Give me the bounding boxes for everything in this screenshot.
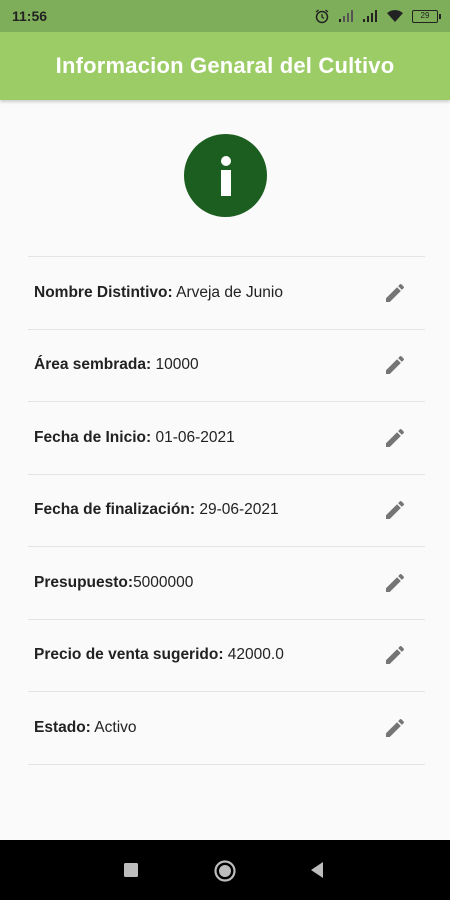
info-glyph-icon	[220, 155, 231, 196]
field-value: 10000	[151, 356, 199, 374]
field-list: Nombre Distintivo: Arveja de Junio Área …	[28, 256, 425, 765]
field-label: Área sembrada:	[34, 356, 152, 374]
field-label: Fecha de finalización:	[34, 501, 196, 519]
field-label: Precio de venta sugerido:	[34, 646, 224, 664]
field-text: Nombre Distintivo: Arveja de Junio	[34, 284, 283, 302]
field-text: Estado: Activo	[34, 719, 137, 737]
status-icons: 29	[314, 8, 441, 24]
status-time: 11:56	[12, 8, 48, 24]
field-row-presupuesto: Presupuesto:5000000	[28, 547, 425, 620]
wifi-icon	[387, 10, 403, 22]
field-value: 01-06-2021	[151, 428, 235, 446]
field-row-fecha-fin: Fecha de finalización: 29-06-2021	[28, 475, 425, 547]
field-text: Presupuesto:5000000	[34, 574, 193, 592]
field-value: 29-06-2021	[195, 501, 279, 519]
edit-icon[interactable]	[381, 569, 409, 597]
edit-icon[interactable]	[381, 279, 409, 307]
edit-icon[interactable]	[381, 714, 409, 742]
signal-icon	[363, 10, 377, 22]
field-row-nombre: Nombre Distintivo: Arveja de Junio	[28, 257, 425, 330]
app-bar: Informacion Genaral del Cultivo	[0, 32, 450, 100]
field-row-area: Área sembrada: 10000	[28, 330, 425, 402]
field-text: Fecha de Inicio: 01-06-2021	[34, 429, 235, 447]
field-text: Precio de venta sugerido: 42000.0	[34, 646, 284, 664]
field-row-fecha-inicio: Fecha de Inicio: 01-06-2021	[28, 402, 425, 475]
field-text: Fecha de finalización: 29-06-2021	[34, 501, 279, 519]
info-icon	[184, 134, 267, 217]
edit-icon[interactable]	[381, 351, 409, 379]
field-row-estado: Estado: Activo	[28, 692, 425, 765]
field-row-precio: Precio de venta sugerido: 42000.0	[28, 620, 425, 692]
edit-icon[interactable]	[381, 496, 409, 524]
home-icon[interactable]	[213, 859, 237, 883]
edit-icon[interactable]	[381, 641, 409, 669]
signal-icon	[339, 10, 353, 22]
field-value: 5000000	[133, 573, 194, 591]
status-bar: 11:56 29	[0, 0, 450, 32]
page-title: Informacion Genaral del Cultivo	[55, 53, 395, 78]
system-nav-bar	[0, 840, 450, 900]
field-value: 42000.0	[223, 646, 284, 664]
field-value: Activo	[90, 718, 137, 736]
edit-icon[interactable]	[381, 424, 409, 452]
battery-icon: 29	[412, 9, 441, 23]
content: Nombre Distintivo: Arveja de Junio Área …	[0, 100, 450, 840]
recents-icon[interactable]	[122, 861, 140, 879]
field-label: Estado:	[34, 718, 91, 736]
field-label: Presupuesto:	[34, 573, 134, 591]
field-value: Arveja de Junio	[172, 283, 283, 301]
back-icon[interactable]	[308, 861, 326, 879]
alarm-icon	[315, 9, 329, 24]
field-label: Nombre Distintivo:	[34, 283, 173, 301]
field-text: Área sembrada: 10000	[34, 356, 199, 374]
field-label: Fecha de Inicio:	[34, 428, 152, 446]
